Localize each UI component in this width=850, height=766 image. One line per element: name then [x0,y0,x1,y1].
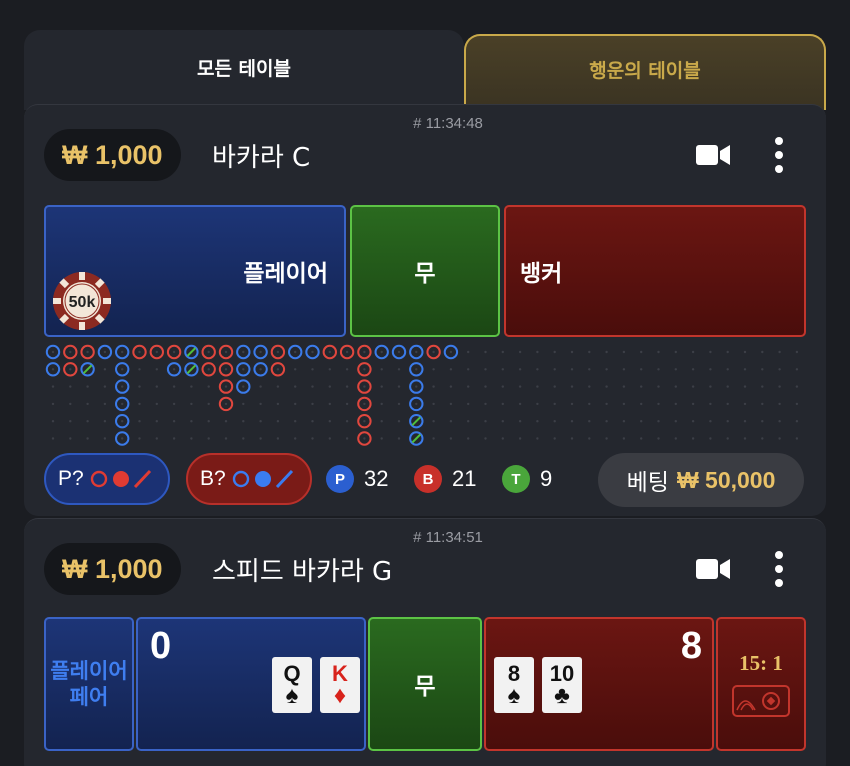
player-predict-button[interactable]: P? [44,453,170,505]
banker-win-count: B 21 [414,465,476,493]
predict-road-icons [90,469,151,489]
table-tabs: 모든 테이블 행운의 테이블 [24,30,826,110]
tie-bet-label: 무 [414,674,436,700]
banker-dot-icon: B [414,465,442,493]
player-card: K ♦ [320,657,360,713]
tie-bet-area[interactable]: 무 [368,617,482,751]
banker-pair-odds: 15: 1 [739,651,783,675]
card-pair-icon [732,685,790,717]
table-card-speed-baccarat-g[interactable]: # 11:34:51 ₩ 1,000 스피드 바카라 G 플레이어 페어 0 Q… [24,518,826,766]
player-win-count: P 32 [326,465,388,493]
banker-count: 21 [452,466,477,491]
table-card-baccarat-c[interactable]: # 11:34:48 ₩ 1,000 바카라 C 플레이어 50k 무 뱅커 P… [24,104,826,516]
tie-count-value: 9 [540,466,553,491]
player-score: 0 [150,625,172,667]
banker-score: 8 [680,625,702,667]
banker-predict-label: B? [200,467,226,490]
chip-icon: 50k [53,272,111,330]
bet-button[interactable]: 베팅 ₩ 50,000 [598,453,804,507]
table-name: 스피드 바카라 G [212,557,393,587]
player-bet-label: 플레이어 [243,261,328,287]
player-bet-area[interactable]: 0 Q ♠ K ♦ [136,617,366,751]
player-dot-icon: P [326,465,354,493]
banker-card: 8 ♠ [494,657,534,713]
tab-all-tables[interactable]: 모든 테이블 [24,30,464,110]
table-name: 바카라 C [212,143,311,173]
tab-lucky-tables[interactable]: 행운의 테이블 [464,34,826,110]
tie-road-mark [411,433,422,444]
min-limit-badge: ₩ 1,000 [44,129,181,181]
tie-count: T 9 [502,465,552,493]
min-limit-badge: ₩ 1,000 [44,543,181,595]
predict-road-icons [232,469,293,489]
banker-card: 10 ♣ [542,657,582,713]
banker-bet-area[interactable]: 뱅커 [504,205,806,337]
tie-road-mark [186,347,197,357]
tie-road-mark [82,364,93,375]
banker-bet-area[interactable]: 8 8 ♠ 10 ♣ [484,617,714,751]
table-stats-row: P? B? P 32 B 21 T 9 베팅 ₩ 50,000 [44,451,808,509]
tie-bet-label: 무 [414,261,436,287]
player-pair-bet-area[interactable]: 플레이어 페어 [44,617,134,751]
more-options-icon[interactable] [772,135,786,175]
player-card: Q ♠ [272,657,312,713]
banker-pair-bet-area[interactable]: 15: 1 [716,617,806,751]
tie-dot-icon: T [502,465,530,493]
bet-amount: ₩ 50,000 [676,466,776,493]
banker-bet-label: 뱅커 [520,261,563,287]
big-road-scoreboard [45,344,799,446]
chip-value: 50k [69,294,96,311]
tie-road-mark [186,364,197,375]
banker-predict-button[interactable]: B? [186,453,312,505]
player-bet-area[interactable]: 플레이어 50k [44,205,346,337]
video-camera-icon[interactable] [696,143,730,167]
player-predict-label: P? [58,467,84,490]
tie-road-mark [411,416,422,426]
player-count: 32 [364,466,389,491]
video-camera-icon[interactable] [696,557,730,581]
tie-bet-area[interactable]: 무 [350,205,500,337]
more-options-icon[interactable] [772,549,786,589]
bet-label: 베팅 [626,470,669,496]
player-pair-label: 플레이어 페어 [50,659,128,709]
